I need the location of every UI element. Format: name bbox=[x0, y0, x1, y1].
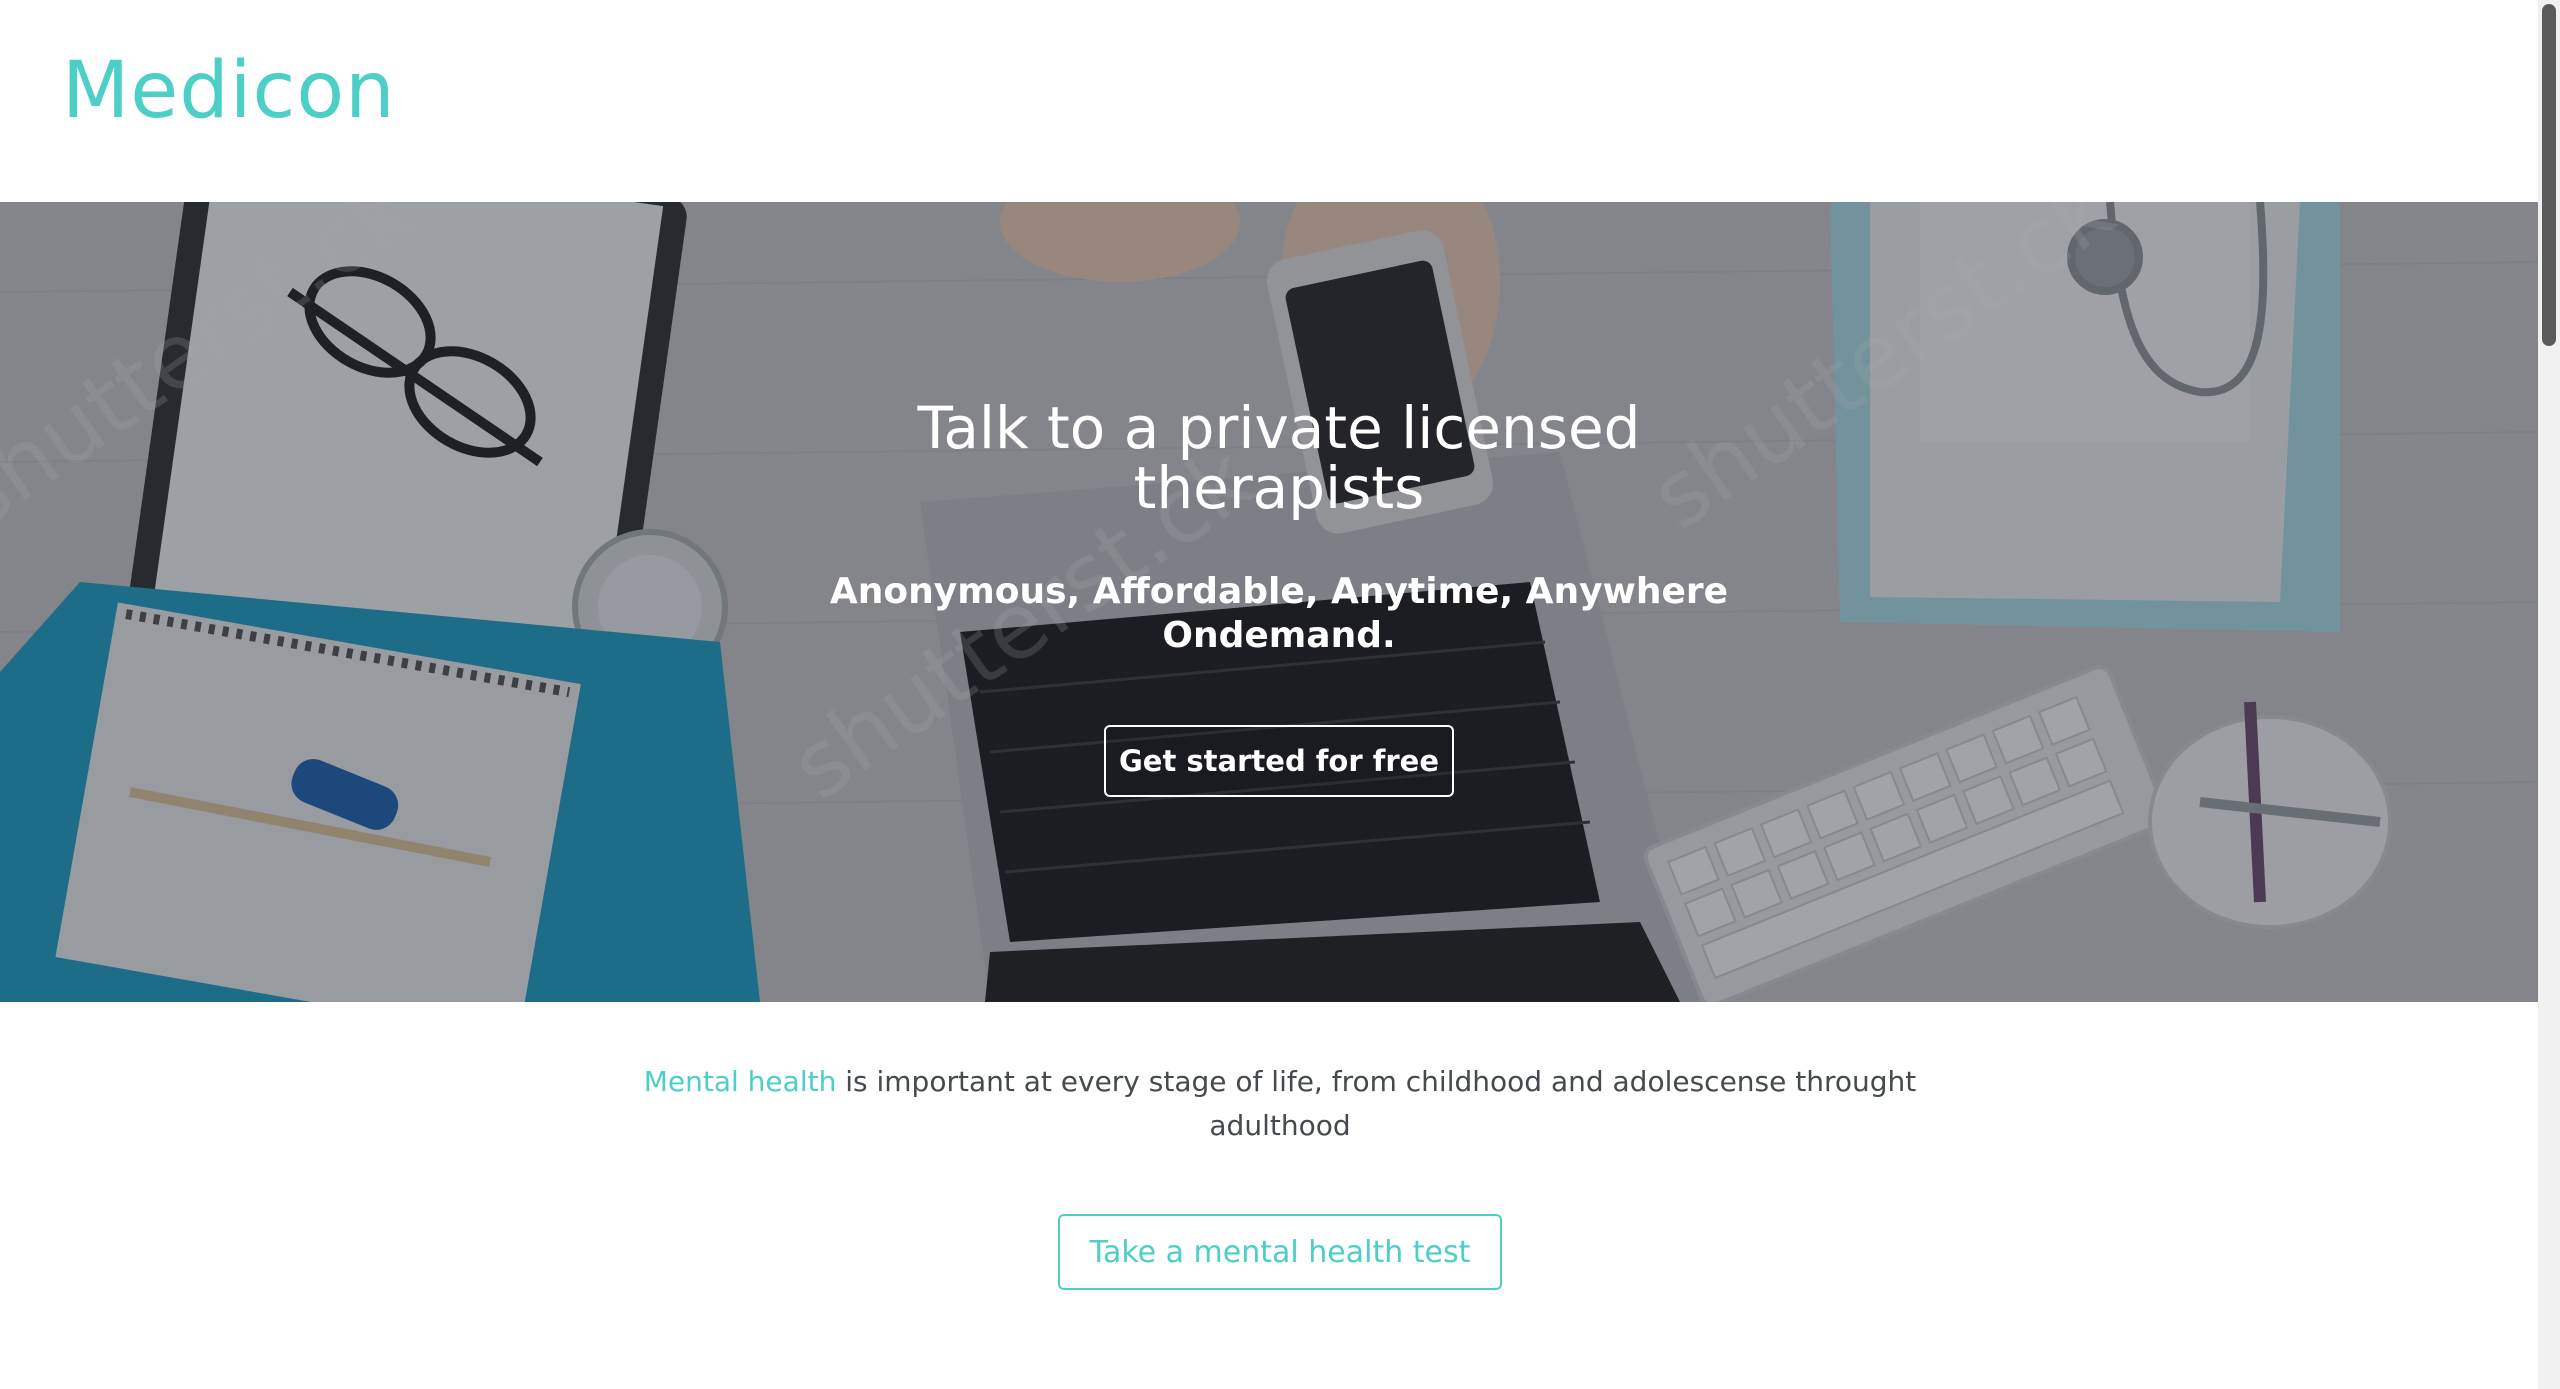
mental-health-test-button[interactable]: Take a mental health test bbox=[1058, 1214, 1502, 1290]
hero-title: Talk to a private licensed therapists bbox=[917, 394, 1641, 522]
mental-health-info: Mental health is important at every stag… bbox=[620, 1060, 1940, 1148]
site-header: Medicon bbox=[0, 0, 2538, 202]
mental-health-highlight[interactable]: Mental health bbox=[644, 1065, 837, 1098]
scrollbar-thumb[interactable] bbox=[2542, 4, 2556, 346]
hero-section: shutterst.ck shutterst.ck shutterst.ck T… bbox=[0, 202, 2538, 1002]
page: Medicon shutterst.ck shutterst.ck shutte… bbox=[0, 0, 2560, 1389]
get-started-button[interactable]: Get started for free bbox=[1104, 725, 1454, 797]
scrollbar[interactable] bbox=[2538, 0, 2560, 1389]
hero-subtitle: Anonymous, Affordable, Anytime, Anywhere… bbox=[829, 571, 1729, 656]
mental-health-text: is important at every stage of life, fro… bbox=[836, 1065, 1917, 1142]
logo[interactable]: Medicon bbox=[62, 52, 396, 130]
